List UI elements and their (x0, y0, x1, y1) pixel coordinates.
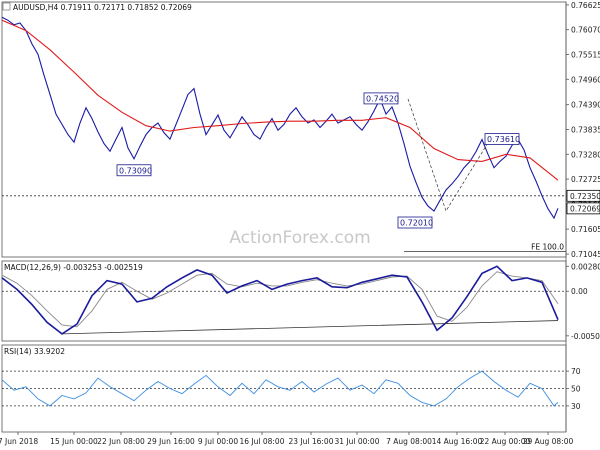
price-annotation-label: 0.73090 (119, 166, 152, 175)
x-axis-tick-label: 16 Jul 08:00 (240, 437, 285, 446)
x-axis-tick-label: 9 Jul 00:00 (198, 437, 238, 446)
price-y-tick-label: 0.73835 (571, 126, 600, 135)
price-y-tick-label: 0.73280 (571, 150, 600, 159)
chart-canvas: ActionForex.com 0.76625 0.76070 0.75515 0.74… (0, 0, 600, 450)
rsi-y-tick-label: 70 (571, 367, 581, 376)
price-annotation-label: 0.74520 (366, 94, 399, 103)
x-axis-tick-label: 7 Jun 2018 (0, 437, 38, 446)
price-y-tick-label: 0.71605 (571, 225, 600, 234)
x-axis-tick-label: 14 Aug 16:00 (432, 437, 483, 446)
rsi-y-tick-label: 30 (571, 402, 581, 411)
watermark-text: ActionForex.com (229, 228, 370, 248)
x-axis-tick-label: 23 Jul 16:00 (289, 437, 334, 446)
price-y-tick-label: 0.76070 (571, 26, 600, 35)
price-y-tick-label: 0.74390 (571, 101, 600, 110)
macd-y-tick-label: 0.00 (571, 287, 588, 296)
price-highlight-label: 0.72350 (570, 192, 600, 201)
price-title: AUDUSD,H4 0.71911 0.72171 0.71852 0.7206… (13, 3, 192, 12)
macd-title: MACD(12,26,9) -0.003253 -0.002519 (4, 263, 143, 272)
x-axis-tick-label: 7 Aug 08:00 (386, 437, 432, 446)
x-axis-tick-label: 15 Jun 00:00 (50, 437, 98, 446)
price-y-tick-label: 0.75515 (571, 50, 600, 59)
macd-y-tick-label: -0.005019 (571, 332, 600, 341)
price-title-icon (2, 2, 11, 11)
price-y-tick-label: 0.76625 (571, 1, 600, 10)
price-highlight-label: 0.72069 (570, 204, 600, 213)
x-axis-tick-label: 29 Jun 16:00 (147, 437, 195, 446)
price-y-tick-label: 0.74960 (571, 75, 600, 84)
fe-level-label: FE 100.0 (531, 243, 564, 252)
rsi-y-tick-label: 50 (571, 385, 581, 394)
macd-y-tick-label: 0.002804 (571, 262, 600, 271)
rsi-title: RSI(14) 33.9202 (4, 347, 65, 356)
x-axis-tick-label: 22 Jun 08:00 (97, 437, 145, 446)
price-annotation-label: 0.72010 (400, 219, 433, 228)
price-y-tick-label: 0.72725 (571, 175, 600, 184)
x-axis-tick-label: 31 Jul 00:00 (335, 437, 380, 446)
x-axis-tick-label: 29 Aug 08:00 (523, 437, 574, 446)
price-annotation-label: 0.73610 (487, 135, 520, 144)
price-y-tick-label: 0.71045 (571, 250, 600, 259)
